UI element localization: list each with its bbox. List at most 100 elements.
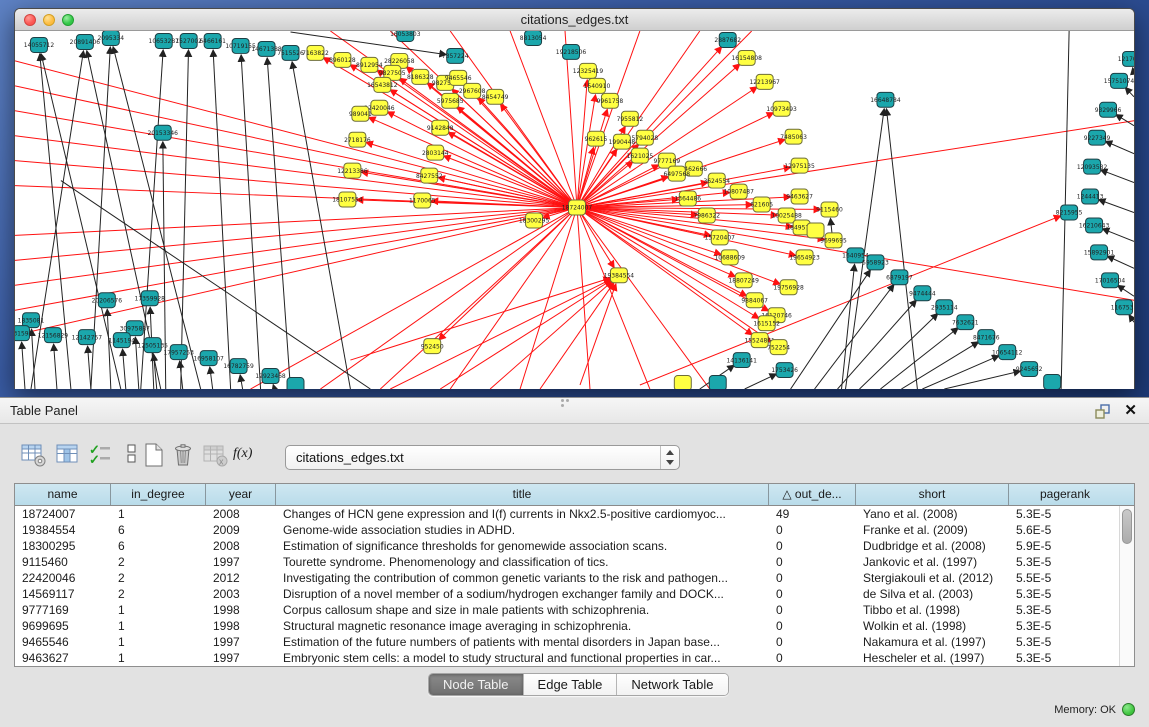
column-header[interactable]: △ out_de... (769, 484, 856, 505)
table-cell: 9699695 (15, 618, 111, 634)
table-cell: 18300295 (15, 538, 111, 554)
graph-node-label: 7485063 (780, 134, 807, 141)
table-row[interactable]: 1830029562008Estimation of significance … (15, 538, 1134, 554)
column-header[interactable]: year (206, 484, 276, 505)
graph-node-label: 8427552 (416, 173, 443, 180)
graph-node[interactable] (709, 376, 726, 389)
graph-edge (1133, 68, 1134, 75)
table-cell: 2003 (206, 586, 276, 602)
graph-edge (1100, 170, 1134, 183)
minimize-window-button[interactable] (43, 14, 55, 26)
graph-edge (350, 278, 610, 360)
column-header[interactable]: short (856, 484, 1009, 505)
table-row[interactable]: 977716911998Corpus callosum shape and si… (15, 602, 1134, 618)
table-cell: 9465546 (15, 634, 111, 650)
column-visibility-icon[interactable] (54, 441, 82, 469)
graph-node-label: 1835081 (18, 317, 45, 324)
graph-node-label: 9227349 (1084, 135, 1111, 142)
table-row[interactable]: 2242004622012Investigating the contribut… (15, 570, 1134, 586)
table-selector-value: citations_edges.txt (296, 450, 404, 465)
graph-node-label: 1621025 (627, 153, 654, 160)
graph-node-label: 9884067 (741, 297, 768, 304)
column-header[interactable]: pagerank (1009, 484, 1121, 505)
column-header[interactable]: name (15, 484, 111, 505)
graph-edge (944, 371, 1020, 389)
column-header[interactable]: title (276, 484, 769, 505)
graph-node-label: 17957253 (164, 349, 195, 356)
graph-edge (366, 142, 577, 207)
table-row[interactable]: 969969511998Structural magnetic resonanc… (15, 618, 1134, 634)
graph-node-label: 19384554 (604, 273, 635, 280)
network-graph-canvas[interactable]: 1405571220891406209533410653287152700264… (15, 31, 1134, 389)
zoom-window-button[interactable] (62, 14, 74, 26)
graph-node-label: 6879197 (886, 275, 913, 282)
window-title: citations_edges.txt (521, 12, 629, 27)
graph-edge (444, 156, 577, 208)
table-cell: 2 (111, 586, 206, 602)
graph-node-label: 18107554 (332, 197, 363, 204)
table-cell: 0 (769, 554, 856, 570)
graph-node-label: 1364486 (674, 196, 701, 203)
graph-node[interactable] (1044, 375, 1061, 389)
graph-node-label: 2095334 (98, 35, 125, 42)
vertical-scrollbar[interactable] (1119, 506, 1134, 666)
table-cell: 6 (111, 538, 206, 554)
graph-node-label: 9115460 (816, 207, 843, 214)
graph-node[interactable] (807, 223, 824, 238)
table-row[interactable]: 946554611997Estimation of the future num… (15, 634, 1134, 650)
table-header-row: namein_degreeyeartitle△ out_de...shortpa… (15, 484, 1134, 506)
graph-edge (390, 90, 577, 208)
table-row[interactable]: 911546021997Tourette syndrome. Phenomeno… (15, 554, 1134, 570)
row-selection-icon[interactable]: ✓ ✓ (88, 441, 116, 469)
network-window[interactable]: citations_edges.txt 14055712208914062095… (14, 8, 1135, 389)
graph-node-label: 5975685 (437, 98, 464, 105)
table-cell: 1 (111, 650, 206, 666)
table-cell: Dudbridge et al. (2008) (856, 538, 1009, 554)
graph-node[interactable] (674, 376, 691, 389)
close-window-button[interactable] (24, 14, 36, 26)
graph-edge (580, 284, 616, 385)
graph-node-label: 9777169 (654, 158, 681, 165)
graph-edge (240, 375, 242, 389)
graph-node-label: 752254 (767, 344, 790, 351)
table-mode-icon[interactable] (20, 441, 48, 469)
graph-edge (15, 111, 577, 208)
float-panel-icon[interactable] (1094, 403, 1112, 420)
table-cell: Structural magnetic resonance image aver… (276, 618, 769, 634)
graph-node-label: 1540910 (584, 83, 611, 90)
table-row[interactable]: 946362711997Embryonic stem cells: a mode… (15, 650, 1134, 666)
table-cell: 2012 (206, 570, 276, 586)
table-row[interactable]: 1938455462009Genome-wide association stu… (15, 522, 1134, 538)
table-cell: 2 (111, 554, 206, 570)
table-cell: Nakamura et al. (1997) (856, 634, 1009, 650)
table-row[interactable]: 1456911722003Disruption of a novel membe… (15, 586, 1134, 602)
tab-network-table[interactable]: Network Table (617, 674, 727, 695)
graph-node-label: 12156829 (38, 332, 69, 339)
column-header[interactable]: in_degree (111, 484, 206, 505)
graph-edge (1102, 229, 1134, 242)
tab-node-table[interactable]: Node Table (429, 674, 524, 695)
graph-edge (267, 58, 290, 389)
graph-edge (251, 208, 577, 389)
table-cell: 6 (111, 522, 206, 538)
delete-table-icon[interactable]: x (202, 441, 230, 469)
new-column-icon[interactable] (140, 441, 168, 469)
graph-edge (292, 62, 350, 389)
scrollbar-thumb[interactable] (1122, 509, 1132, 544)
table-cell: 1 (111, 634, 206, 650)
graph-node-label: 16210643 (1079, 223, 1110, 230)
splitter-grip-icon[interactable] (560, 398, 574, 404)
graph-node[interactable] (287, 378, 304, 389)
delete-column-icon[interactable] (170, 441, 198, 469)
graph-edge (1116, 114, 1134, 125)
graph-edge (880, 328, 958, 389)
table-cell: 5.5E-5 (1009, 570, 1121, 586)
close-panel-icon[interactable]: ✕ (1124, 402, 1137, 420)
function-builder-icon[interactable]: f(x) (233, 441, 267, 469)
table-cell: 1 (111, 618, 206, 634)
tab-edge-table[interactable]: Edge Table (524, 674, 618, 695)
table-selector-dropdown[interactable]: citations_edges.txt (285, 445, 680, 470)
graph-node-label: 2803144 (422, 150, 449, 157)
table-row[interactable]: 1872400712008Changes of HCN gene express… (15, 506, 1134, 522)
window-titlebar[interactable]: citations_edges.txt (15, 9, 1134, 31)
